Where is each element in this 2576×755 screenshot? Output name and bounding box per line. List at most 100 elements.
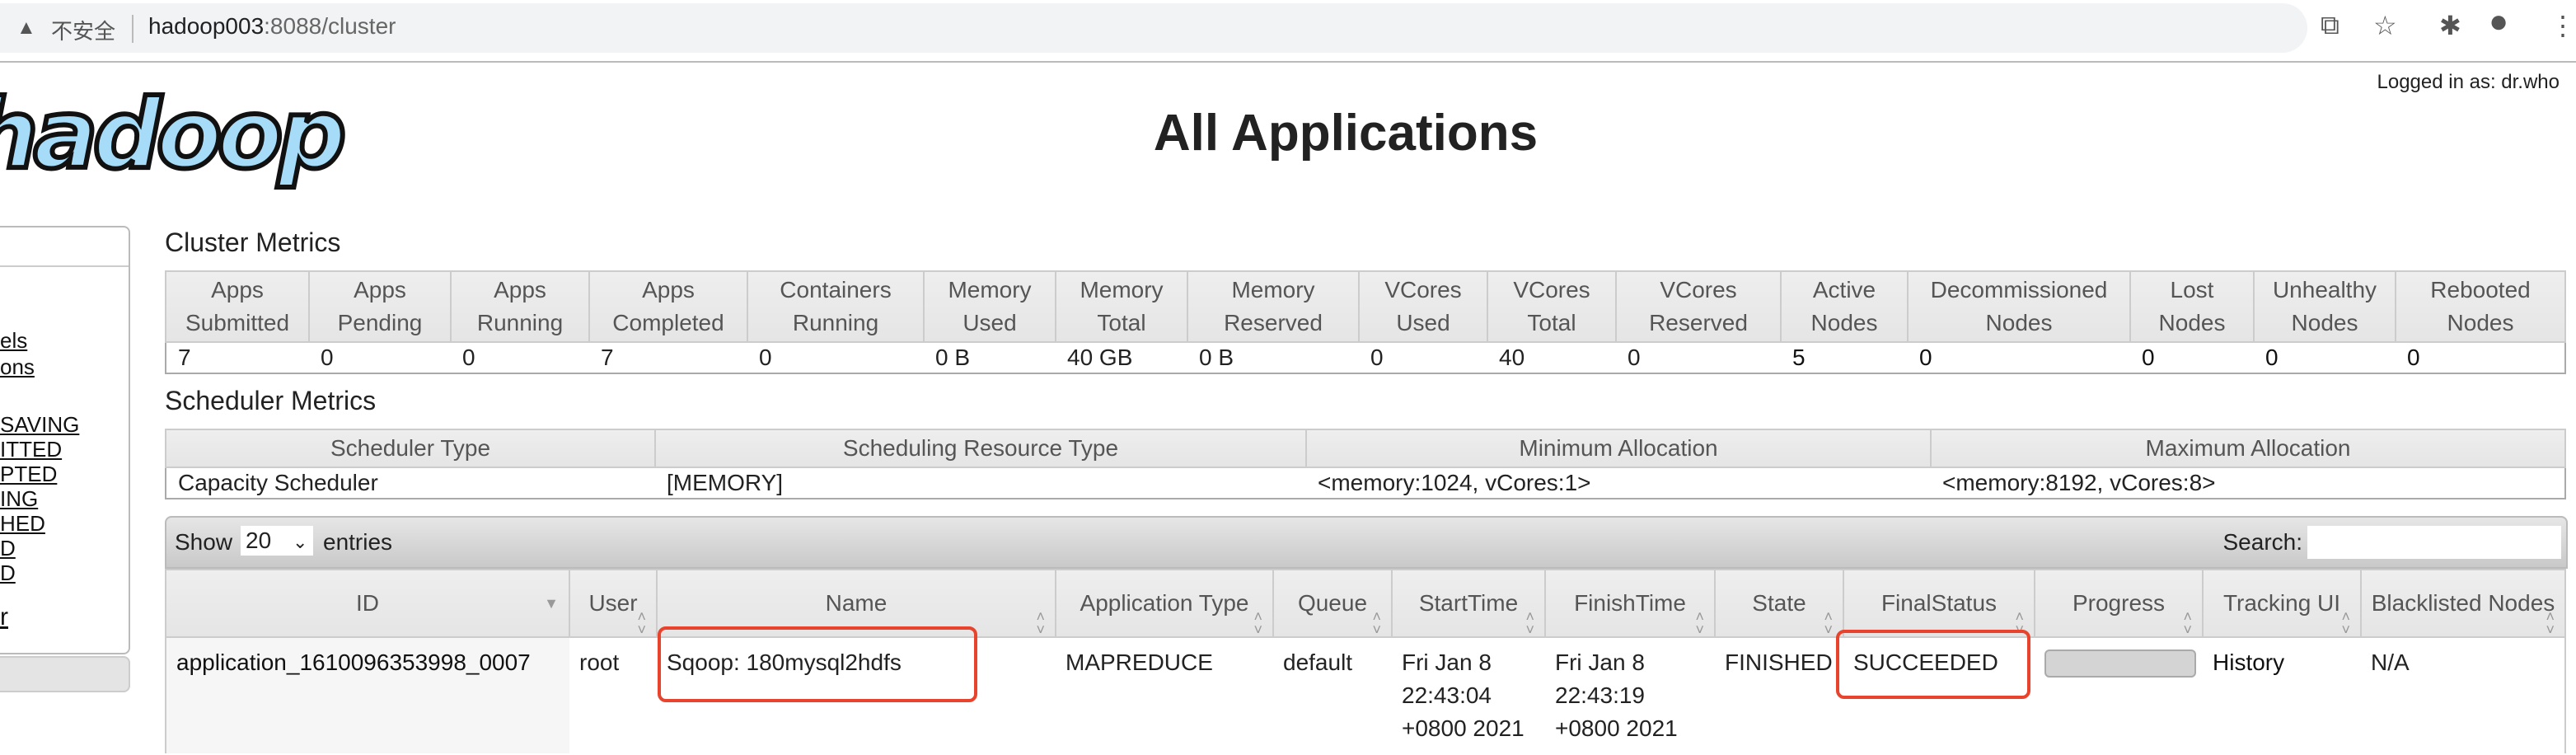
apps-completed-value: 7 xyxy=(601,345,614,370)
apps-submitted-value: 7 xyxy=(178,345,191,370)
nav-applications[interactable]: ons xyxy=(0,354,35,380)
state-cell: FINISHED xyxy=(1725,649,1833,675)
column-header-starttime[interactable]: StartTime ˄ ˅ xyxy=(1391,569,1546,638)
insecure-label: 不安全 xyxy=(51,19,116,44)
memory-used-value: 0 B xyxy=(935,345,971,370)
column-label: Name xyxy=(825,590,888,616)
address-bar[interactable]: ▲ 不安全 hadoop003:8088/cluster xyxy=(0,3,2307,53)
column-label: Progress xyxy=(2072,590,2166,616)
lost-nodes-link[interactable]: 0 xyxy=(2142,345,2155,370)
cluster-metrics-title: Cluster Metrics xyxy=(165,227,341,257)
star-icon[interactable]: ☆ xyxy=(2373,10,2397,41)
column-label: User xyxy=(588,590,638,616)
history-link[interactable]: History xyxy=(2213,649,2284,675)
column-label: Tracking UI xyxy=(2222,590,2341,616)
minimum-allocation-value: <memory:1024, vCores:1> xyxy=(1318,470,1591,495)
header-maximum-allocation: Maximum Allocation xyxy=(1930,429,2566,468)
table-row: 7 0 0 7 0 0 B 40 GB 0 B 0 40 0 5 0 0 0 0 xyxy=(166,342,2565,373)
nav-new-saving[interactable]: SAVING xyxy=(0,412,79,438)
nav-node-labels[interactable]: els xyxy=(0,328,27,354)
nav-accepted[interactable]: PTED xyxy=(0,462,57,487)
cluster-metrics-table: Apps Submitted Apps Pending Apps Running Ap… xyxy=(165,270,2566,374)
maximum-allocation-value: <memory:8192, vCores:8> xyxy=(1942,470,2216,495)
column-header-user[interactable]: User ˄ ˅ xyxy=(569,569,658,638)
cell: 5 xyxy=(1781,342,1908,373)
search-input[interactable] xyxy=(2307,526,2561,559)
finish-time-cell: Fri Jan 8 22:43:19 +0800 2021 xyxy=(1555,649,1678,741)
sidebar-tools[interactable] xyxy=(0,656,130,692)
entries-select[interactable]: 20 ⌄ xyxy=(241,526,313,556)
vcores-used-value: 0 xyxy=(1370,345,1384,370)
header-vcores-used: VCores Used xyxy=(1358,270,1488,343)
entries-label: entries xyxy=(323,529,393,555)
divider xyxy=(0,61,2576,63)
nav-submitted[interactable]: ITTED xyxy=(0,437,62,462)
header-unhealthy-nodes: Unhealthy Nodes xyxy=(2253,270,2396,343)
memory-total-value: 40 GB xyxy=(1067,345,1133,370)
sort-icon: ˄ ˅ xyxy=(1253,608,1262,638)
column-label: Blacklisted Nodes xyxy=(2371,590,2555,616)
column-header-blacklisted-nodes[interactable]: Blacklisted Nodes ˄ ˅ xyxy=(2360,569,2566,638)
sort-icon: ˄ ˅ xyxy=(1824,608,1833,638)
scheduler-metrics-title: Scheduler Metrics xyxy=(165,386,377,415)
warning-icon: ▲ xyxy=(16,16,36,39)
queue-cell: default xyxy=(1283,649,1353,675)
table-row: application_1610096353998_0007 root Sqoo… xyxy=(166,637,2565,753)
cell: 0 xyxy=(2254,342,2396,373)
type-cell: MAPREDUCE xyxy=(1066,649,1213,675)
scheduler-metrics-table: Scheduler Type Scheduling Resource Type Mi… xyxy=(165,429,2566,499)
url: hadoop003:8088/cluster xyxy=(148,13,396,39)
sort-icon: ˄ ˅ xyxy=(637,608,646,638)
column-header-finalstatus[interactable]: FinalStatus ˄ ˅ xyxy=(1843,569,2035,638)
nav-killed[interactable]: D xyxy=(0,560,16,586)
menu-icon[interactable]: ⋮ xyxy=(2550,10,2576,41)
page-title: All Applications xyxy=(1153,105,1539,162)
application-id-link[interactable]: application_1610096353998_0007 xyxy=(176,649,531,675)
highlight-box xyxy=(658,626,977,702)
divider xyxy=(132,15,133,43)
column-label: State xyxy=(1752,590,1806,616)
column-header-state[interactable]: State ˄ ˅ xyxy=(1714,569,1844,638)
column-header-tracking-ui[interactable]: Tracking UI ˄ ˅ xyxy=(2202,569,2362,638)
header-minimum-allocation: Minimum Allocation xyxy=(1305,429,1932,468)
nav-running[interactable]: ING xyxy=(0,486,38,512)
active-nodes-link[interactable]: 5 xyxy=(1792,345,1806,370)
progress-cell xyxy=(2035,637,2203,753)
column-header-id[interactable]: ID ▼ xyxy=(165,569,570,638)
apps-pending-value: 0 xyxy=(321,345,334,370)
nav-failed[interactable]: D xyxy=(0,536,16,561)
cell: 0 xyxy=(2130,342,2254,373)
header-containers-running: Containers Running xyxy=(747,270,925,343)
column-label: Queue xyxy=(1297,590,1368,616)
column-label: ID xyxy=(356,590,379,616)
scheduling-resource-type-value: [MEMORY] xyxy=(667,470,784,495)
column-label: FinalStatus xyxy=(1880,590,1998,616)
column-header-progress[interactable]: Progress ˄ ˅ xyxy=(2034,569,2204,638)
header-apps-pending: Apps Pending xyxy=(308,270,452,343)
column-header-finishtime[interactable]: FinishTime ˄ ˅ xyxy=(1544,569,1716,638)
translate-icon[interactable]: ⧉ xyxy=(2321,10,2339,41)
header-scheduling-resource-type: Scheduling Resource Type xyxy=(654,429,1307,468)
search-label: Search: xyxy=(2222,529,2303,555)
blacklisted-cell: N/A xyxy=(2371,649,2410,675)
column-header-application-type[interactable]: Application Type ˄ ˅ xyxy=(1055,569,1274,638)
header-vcores-reserved: VCores Reserved xyxy=(1615,270,1782,343)
decommissioned-nodes-link[interactable]: 0 xyxy=(1919,345,1932,370)
extensions-icon[interactable]: ✱ xyxy=(2439,10,2461,41)
containers-running-value: 0 xyxy=(759,345,772,370)
nav-finished[interactable]: HED xyxy=(0,511,45,537)
column-label: StartTime xyxy=(1418,590,1519,616)
show-label: Show xyxy=(175,529,233,555)
header-scheduler-type: Scheduler Type xyxy=(165,429,656,468)
unhealthy-nodes-link[interactable]: 0 xyxy=(2265,345,2279,370)
nav-scheduler[interactable]: r xyxy=(0,603,8,631)
column-header-queue[interactable]: Queue ˄ ˅ xyxy=(1272,569,1393,638)
profile-icon[interactable]: ● xyxy=(2489,3,2508,40)
rebooted-nodes-link[interactable]: 0 xyxy=(2407,345,2420,370)
header-lost-nodes: Lost Nodes xyxy=(2129,270,2255,343)
cell: 0 xyxy=(2396,342,2565,373)
table-row: Capacity Scheduler [MEMORY] <memory:1024, … xyxy=(166,467,2565,499)
sort-icon: ˄ ˅ xyxy=(2546,608,2555,638)
sort-icon: ˄ ˅ xyxy=(1525,608,1534,638)
header-rebooted-nodes: Rebooted Nodes xyxy=(2395,270,2566,343)
